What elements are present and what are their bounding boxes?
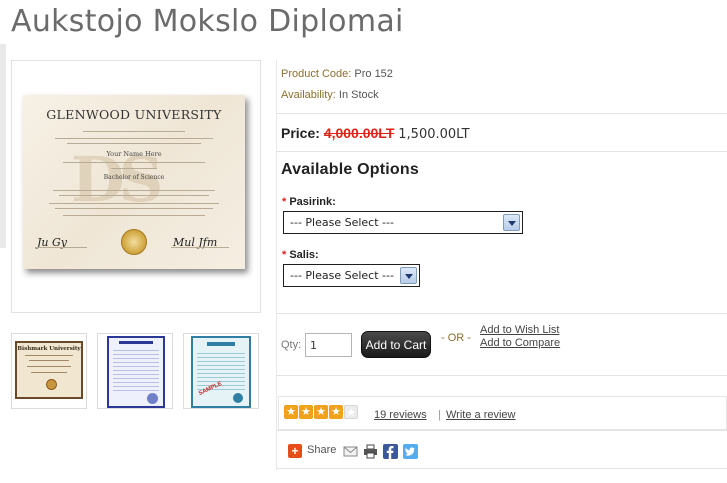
thumbnail-2[interactable] [97, 333, 173, 409]
option-label-salis: * Salis: [282, 249, 319, 261]
salis-select[interactable]: --- Please Select --- [283, 264, 420, 287]
add-to-compare-link[interactable]: Add to Compare [480, 337, 560, 349]
product-code-value: Pro 152 [354, 68, 393, 80]
chevron-down-icon[interactable] [503, 214, 520, 231]
star-icon: ★ [314, 405, 328, 419]
option-label-pasirink: * Pasirink: [282, 196, 336, 208]
pasirink-select-value: --- Please Select --- [290, 216, 394, 229]
facebook-icon[interactable] [383, 444, 398, 459]
thumbnail-3[interactable]: SAMPLE [183, 333, 259, 409]
star-icon: ★ [299, 405, 313, 419]
page-title: Aukstojo Mokslo Diplomai [11, 4, 404, 39]
diploma-image: DS GLENWOOD UNIVERSITY Your Name Here Ba… [23, 95, 245, 269]
qty-input[interactable] [305, 333, 352, 357]
pasirink-select[interactable]: --- Please Select --- [283, 211, 523, 234]
price-old: 4,000.00LT [323, 125, 395, 141]
diploma-university-title: GLENWOOD UNIVERSITY [46, 107, 222, 122]
review-separator: | [438, 409, 441, 421]
star-empty-icon: ★ [344, 405, 358, 419]
diploma-name: Your Name Here [106, 150, 162, 158]
star-icon: ★ [329, 405, 343, 419]
share-label[interactable]: Share [307, 444, 336, 456]
print-icon[interactable] [363, 444, 378, 459]
share-plus-icon[interactable]: + [288, 444, 302, 458]
chevron-down-icon[interactable] [400, 267, 417, 284]
add-to-cart-button[interactable]: Add to Cart [361, 331, 431, 358]
qty-label: Qty: [281, 339, 302, 351]
reviews-link[interactable]: 19 reviews [374, 409, 427, 421]
write-review-link[interactable]: Write a review [446, 409, 515, 421]
availability-value: In Stock [338, 89, 379, 101]
add-to-wishlist-link[interactable]: Add to Wish List [480, 324, 559, 336]
left-edge-bar [0, 44, 6, 248]
diploma-seal [121, 229, 147, 255]
main-product-image[interactable]: DS GLENWOOD UNIVERSITY Your Name Here Ba… [11, 60, 261, 313]
availability-label: Availability: [281, 89, 336, 101]
diploma-degree: Bachelor of Science [103, 174, 165, 181]
price-label: Price: [281, 125, 320, 141]
availability: Availability: In Stock [281, 89, 379, 101]
product-code-label: Product Code: [281, 68, 352, 80]
options-title: Available Options [281, 161, 419, 178]
star-icon: ★ [284, 405, 298, 419]
email-icon[interactable] [343, 444, 358, 459]
price-new: 1,500.00LT [398, 127, 470, 142]
column-divider [276, 60, 277, 470]
price: Price: 4,000.00LT 1,500.00LT [281, 125, 470, 142]
twitter-icon[interactable] [403, 444, 418, 459]
product-code: Product Code: Pro 152 [281, 68, 393, 80]
thumbnail-1-title: Bishmark University [17, 346, 81, 352]
salis-select-value: --- Please Select --- [290, 269, 394, 282]
or-separator: - OR - [441, 332, 471, 344]
thumbnail-1[interactable]: Bishmark University [11, 333, 87, 409]
